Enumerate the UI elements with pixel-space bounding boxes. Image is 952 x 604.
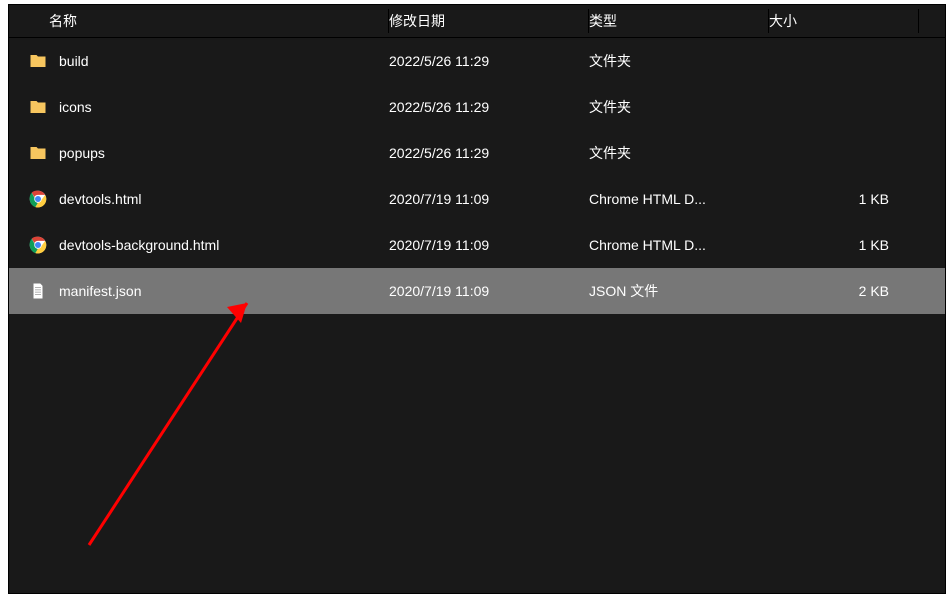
document-icon xyxy=(29,282,47,300)
file-size: 1 KB xyxy=(859,237,889,253)
chrome-icon xyxy=(29,190,47,208)
file-date: 2020/7/19 11:09 xyxy=(389,191,489,207)
file-type: Chrome HTML D... xyxy=(589,191,706,207)
column-header-size-label: 大小 xyxy=(769,11,797,31)
file-row[interactable]: devtools.html 2020/7/19 11:09 Chrome HTML … xyxy=(9,176,945,222)
file-row[interactable]: popups 2022/5/26 11:29 文件夹 xyxy=(9,130,945,176)
column-header-type-label: 类型 xyxy=(589,11,617,31)
file-size: 2 KB xyxy=(859,283,889,299)
column-header-name-label: 名称 xyxy=(29,11,77,31)
file-row[interactable]: devtools-background.html 2020/7/19 11:09 C… xyxy=(9,222,945,268)
folder-icon xyxy=(29,52,47,70)
file-date: 2020/7/19 11:09 xyxy=(389,237,489,253)
file-name: popups xyxy=(59,145,105,161)
column-header-type[interactable]: 类型 xyxy=(589,5,769,37)
file-name: devtools.html xyxy=(59,191,141,207)
annotation-arrow xyxy=(79,295,259,555)
file-type: 文件夹 xyxy=(589,143,631,163)
column-header-date-label: 修改日期 xyxy=(389,11,445,31)
file-date: 2022/5/26 11:29 xyxy=(389,145,489,161)
chrome-icon xyxy=(29,236,47,254)
file-type: JSON 文件 xyxy=(589,281,658,301)
file-date: 2022/5/26 11:29 xyxy=(389,99,489,115)
file-row[interactable]: build 2022/5/26 11:29 文件夹 xyxy=(9,38,945,84)
file-name: devtools-background.html xyxy=(59,237,219,253)
file-date: 2022/5/26 11:29 xyxy=(389,53,489,69)
folder-icon xyxy=(29,98,47,116)
file-row[interactable]: manifest.json 2020/7/19 11:09 JSON 文件 2 KB xyxy=(9,268,945,314)
column-header-row: 名称 修改日期 类型 大小 xyxy=(9,5,945,38)
file-explorer-window: 名称 修改日期 类型 大小 build2022/5/26 11:29文件夹ico… xyxy=(8,4,946,594)
file-row[interactable]: icons 2022/5/26 11:29 文件夹 xyxy=(9,84,945,130)
file-name: manifest.json xyxy=(59,283,141,299)
file-size: 1 KB xyxy=(859,191,889,207)
column-header-size[interactable]: 大小 xyxy=(769,5,919,37)
column-header-name[interactable]: 名称 xyxy=(9,5,389,37)
file-name: build xyxy=(59,53,89,69)
folder-icon xyxy=(29,144,47,162)
file-date: 2020/7/19 11:09 xyxy=(389,283,489,299)
file-name: icons xyxy=(59,99,92,115)
file-type: 文件夹 xyxy=(589,97,631,117)
file-list: build 2022/5/26 11:29 文件夹 icons 2022/5/26 11… xyxy=(9,38,945,314)
file-type: 文件夹 xyxy=(589,51,631,71)
column-header-date[interactable]: 修改日期 xyxy=(389,5,589,37)
file-type: Chrome HTML D... xyxy=(589,237,706,253)
